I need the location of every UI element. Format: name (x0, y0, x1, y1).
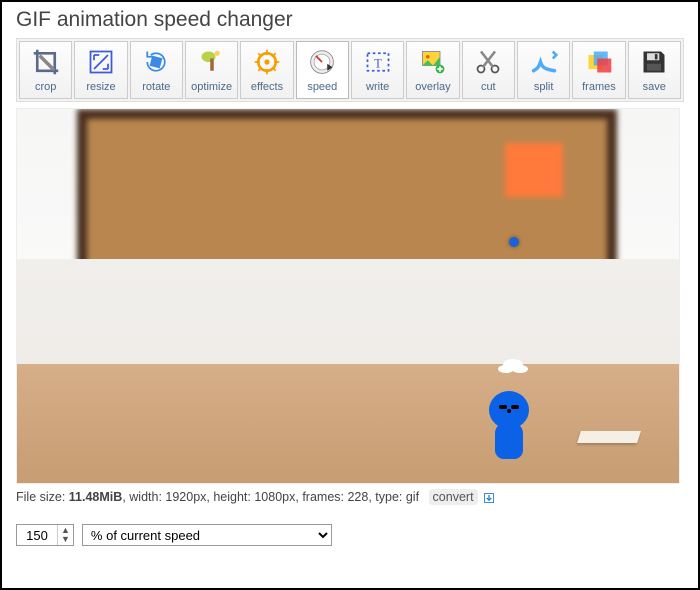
resize-icon (86, 47, 116, 77)
cut-button[interactable]: cut (462, 41, 515, 99)
split-button[interactable]: split (517, 41, 570, 99)
toolbar: crop resize rotate optimize effects (16, 38, 684, 102)
tool-label: optimize (191, 81, 232, 93)
resize-button[interactable]: resize (74, 41, 127, 99)
speed-unit-select[interactable]: % of current speed (82, 524, 332, 546)
convert-button[interactable]: convert (429, 489, 478, 505)
optimize-button[interactable]: optimize (185, 41, 238, 99)
file-height-value: 1080px (254, 490, 295, 504)
effects-icon (252, 47, 282, 77)
effects-button[interactable]: effects (240, 41, 293, 99)
rotate-button[interactable]: rotate (130, 41, 183, 99)
tool-label: speed (307, 81, 337, 93)
figure-character (485, 385, 533, 459)
file-size-label: File size: (16, 490, 69, 504)
overlay-button[interactable]: overlay (406, 41, 459, 99)
gif-preview (16, 108, 680, 484)
file-type-value: gif (406, 490, 419, 504)
tool-label: split (534, 81, 554, 93)
file-size-value: 11.48MiB (69, 490, 123, 504)
tool-label: cut (481, 81, 496, 93)
file-width-label: , width: (122, 490, 165, 504)
file-frames-label: , frames: (295, 490, 347, 504)
save-icon (639, 47, 669, 77)
overlay-icon (418, 47, 448, 77)
tool-label: write (366, 81, 389, 93)
write-icon: T (363, 47, 393, 77)
save-button[interactable]: save (628, 41, 681, 99)
tool-label: overlay (415, 81, 450, 93)
svg-text:T: T (374, 56, 382, 70)
file-width-value: 1920px (165, 490, 206, 504)
speed-controls: ▲▼ % of current speed (16, 524, 684, 546)
tool-label: frames (582, 81, 616, 93)
file-height-label: , height: (206, 490, 254, 504)
crop-icon (31, 47, 61, 77)
split-icon (529, 47, 559, 77)
rotate-icon (141, 47, 171, 77)
crop-button[interactable]: crop (19, 41, 72, 99)
speed-icon (307, 47, 337, 77)
frames-button[interactable]: frames (572, 41, 625, 99)
tool-label: rotate (142, 81, 170, 93)
frames-icon (584, 47, 614, 77)
speed-stepper[interactable]: ▲▼ (57, 525, 73, 545)
file-info: File size: 11.48MiB, width: 1920px, heig… (16, 490, 684, 504)
optimize-icon (197, 47, 227, 77)
tool-label: resize (86, 81, 115, 93)
speed-input[interactable] (17, 526, 57, 545)
file-type-label: , type: (368, 490, 406, 504)
speed-button[interactable]: speed (296, 41, 349, 99)
write-button[interactable]: T write (351, 41, 404, 99)
page-title: GIF animation speed changer (16, 8, 684, 32)
cut-icon (473, 47, 503, 77)
tool-label: crop (35, 81, 56, 93)
tool-label: save (643, 81, 666, 93)
file-frames-value: 228 (347, 490, 368, 504)
download-icon[interactable] (483, 492, 495, 504)
speed-value-wrapper: ▲▼ (16, 524, 74, 546)
tool-label: effects (251, 81, 283, 93)
